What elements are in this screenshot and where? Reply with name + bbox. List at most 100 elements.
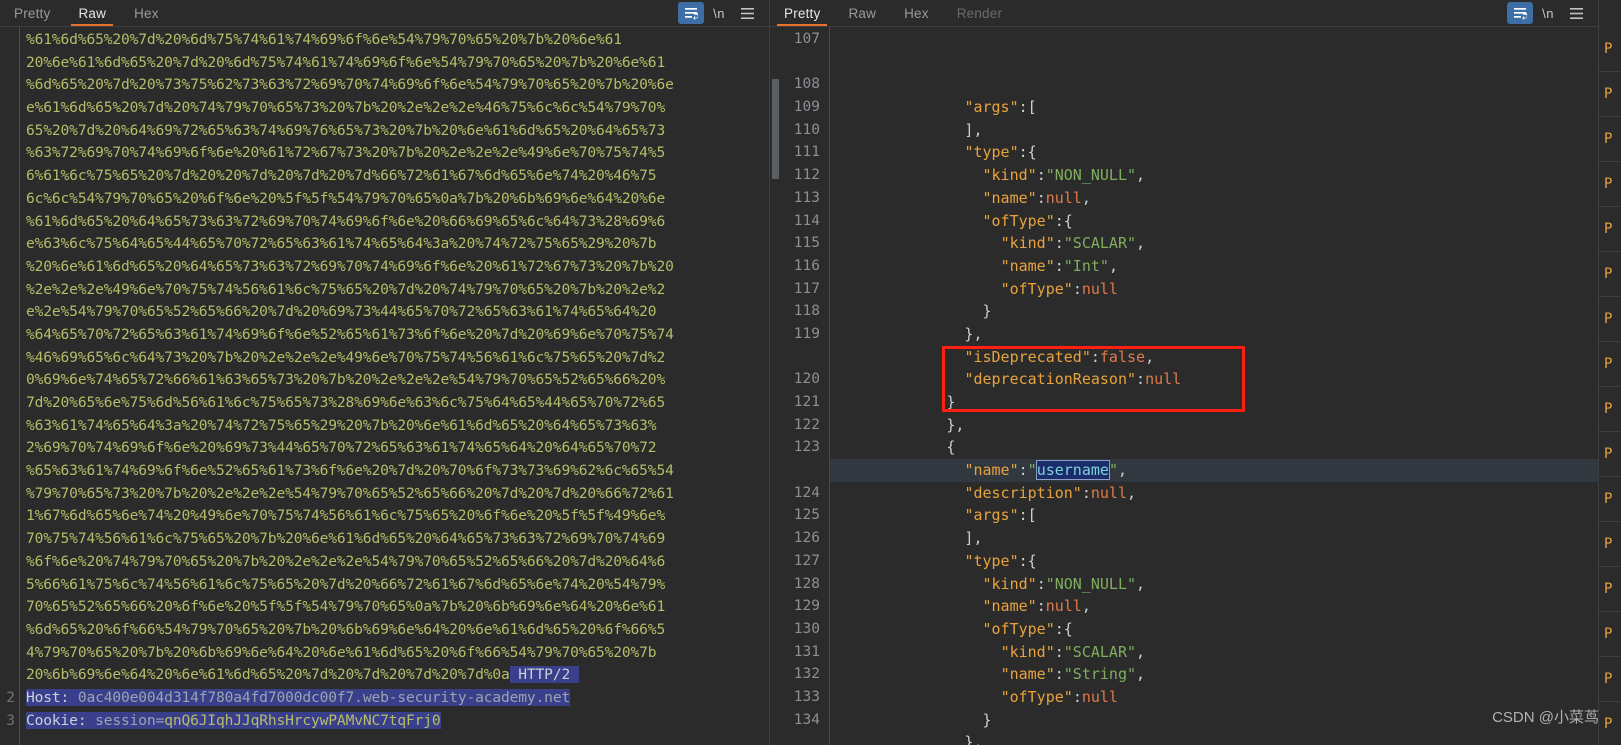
inspector-row[interactable]: P — [1599, 162, 1620, 207]
json-token: null — [1090, 483, 1127, 502]
inspector-row[interactable]: P — [1599, 567, 1620, 612]
response-marker-rail — [770, 27, 782, 745]
json-token: : — [1036, 597, 1046, 616]
request-toolbar-spacer — [173, 0, 678, 26]
inspector-row[interactable]: P — [1599, 207, 1620, 252]
response-line-number: 131 — [793, 643, 820, 660]
inspector-row[interactable]: P — [1599, 72, 1620, 117]
request-line-number — [0, 415, 15, 438]
request-content[interactable]: %61%6d%65%20%7d%20%6d%75%74%61%74%69%6f%… — [20, 27, 769, 745]
response-line-number: 123 — [793, 439, 820, 456]
json-token: "kind" — [1000, 234, 1055, 253]
word-wrap-icon[interactable] — [1507, 2, 1533, 24]
request-editor[interactable]: 2 3 %61%6d%65%20%7d%20%6d%75%74%61%74%69%… — [0, 27, 769, 745]
request-line: 5%66%61%75%6c%74%56%61%6c%75%65%20%7d%20… — [26, 575, 666, 593]
inspector-row[interactable]: P — [1599, 27, 1620, 72]
json-token: { — [838, 438, 956, 457]
request-line-number — [0, 97, 15, 120]
json-token: "name" — [1000, 256, 1055, 275]
response-line: "name":"Int", — [830, 255, 1598, 278]
json-token: , — [1117, 461, 1127, 480]
request-line: %6f%6e%20%74%79%70%65%20%7b%20%2e%2e%2e%… — [26, 552, 666, 570]
request-line: e%63%6c%75%64%65%44%65%70%72%65%63%61%74… — [26, 235, 657, 253]
inspector-row[interactable]: P — [1599, 117, 1620, 162]
response-line: "description":null, — [830, 482, 1598, 505]
response-line-number: 134 — [793, 711, 820, 728]
response-content[interactable]: "args":[ ], "type":{ "kind":"NON_NULL", … — [830, 27, 1598, 745]
json-token: "ofType" — [982, 619, 1055, 638]
inspector-row[interactable]: P — [1599, 702, 1620, 745]
json-token: "name" — [1000, 665, 1055, 684]
tab-pretty-request[interactable]: Pretty — [0, 0, 64, 26]
json-token: : — [1054, 665, 1064, 684]
request-line: %2e%2e%2e%49%6e%70%75%74%56%61%6c%75%65%… — [26, 280, 666, 298]
response-marker-thumb — [772, 79, 779, 179]
inspector-row[interactable]: P — [1599, 522, 1620, 567]
tab-hex-response[interactable]: Hex — [890, 0, 943, 26]
request-line-number — [0, 528, 15, 551]
request-line: %63%72%69%70%74%69%6f%6e%20%61%72%67%73%… — [26, 144, 666, 162]
request-toolbar-icons: \n — [678, 0, 769, 26]
request-line-number — [0, 324, 15, 347]
json-token: , — [1081, 188, 1091, 207]
request-line-number: 2 — [6, 689, 15, 706]
tab-pretty-response[interactable]: Pretty — [770, 0, 834, 26]
json-token: null — [1145, 370, 1182, 389]
json-token: , — [1108, 256, 1118, 275]
newline-label: \n — [713, 5, 725, 21]
inspector-row[interactable]: P — [1599, 342, 1620, 387]
inspector-row[interactable]: P — [1599, 657, 1620, 702]
response-line-number: 127 — [793, 552, 820, 569]
inspector-row[interactable]: P — [1599, 252, 1620, 297]
inspector-row[interactable]: P — [1599, 612, 1620, 657]
tab-raw-response[interactable]: Raw — [834, 0, 890, 26]
response-editor[interactable]: 107 108 109 110 111 112 113 114 115 116 117 118 119 1… — [770, 27, 1598, 745]
request-line: %79%70%65%73%20%7b%20%2e%2e%2e%54%79%70%… — [26, 484, 674, 502]
json-token: : — [1054, 642, 1064, 661]
json-token: : — [1054, 234, 1064, 253]
inspector-row[interactable]: P — [1599, 387, 1620, 432]
header-name: Cookie: — [26, 711, 87, 729]
request-line: %61%6d%65%20%7d%20%6d%75%74%61%74%69%6f%… — [26, 31, 622, 48]
inspector-row[interactable]: P — [1599, 477, 1620, 522]
selected-text[interactable]: username — [1035, 460, 1110, 481]
json-token: null — [1081, 687, 1118, 706]
tab-raw-request[interactable]: Raw — [64, 0, 120, 26]
json-token: : — [1072, 687, 1082, 706]
newline-icon[interactable]: \n — [706, 2, 732, 24]
tab-hex-request[interactable]: Hex — [120, 0, 173, 26]
response-line: "ofType":null — [830, 686, 1598, 709]
json-token: : — [1036, 574, 1046, 593]
request-line-number — [0, 188, 15, 211]
response-line: ], — [830, 527, 1598, 550]
request-line: %64%65%70%72%65%63%61%74%69%6f%6e%52%65%… — [26, 325, 674, 343]
request-header-line: Host: 0ac400e004d314f780a4fd7000dc00f7.w… — [26, 687, 769, 710]
json-token: "type" — [964, 143, 1019, 162]
json-token: "args" — [964, 506, 1019, 525]
request-line-number: 3 — [6, 712, 15, 729]
inspector-row[interactable]: P — [1599, 297, 1620, 342]
json-token: :[ — [1018, 98, 1037, 117]
response-line-number: 112 — [793, 167, 820, 184]
request-line-number — [0, 574, 15, 597]
response-line: "ofType":null — [830, 278, 1598, 301]
request-toolbar: Pretty Raw Hex \n — [0, 0, 769, 27]
menu-icon[interactable] — [734, 2, 760, 24]
request-line-number — [0, 460, 15, 483]
json-token: : — [1136, 370, 1146, 389]
json-token: "ofType" — [1000, 687, 1073, 706]
word-wrap-icon[interactable] — [678, 2, 704, 24]
response-line: "deprecationReason":null — [830, 368, 1598, 391]
menu-icon[interactable] — [1563, 2, 1589, 24]
newline-icon[interactable]: \n — [1535, 2, 1561, 24]
inspector-panel: PPPPPPPPPPPPPPPP — [1598, 0, 1620, 745]
inspector-row[interactable]: P — [1599, 432, 1620, 477]
json-token: "args" — [964, 98, 1019, 117]
request-line-number — [0, 233, 15, 256]
response-line-number: 116 — [793, 257, 820, 274]
tab-render-response[interactable]: Render — [943, 0, 1016, 26]
